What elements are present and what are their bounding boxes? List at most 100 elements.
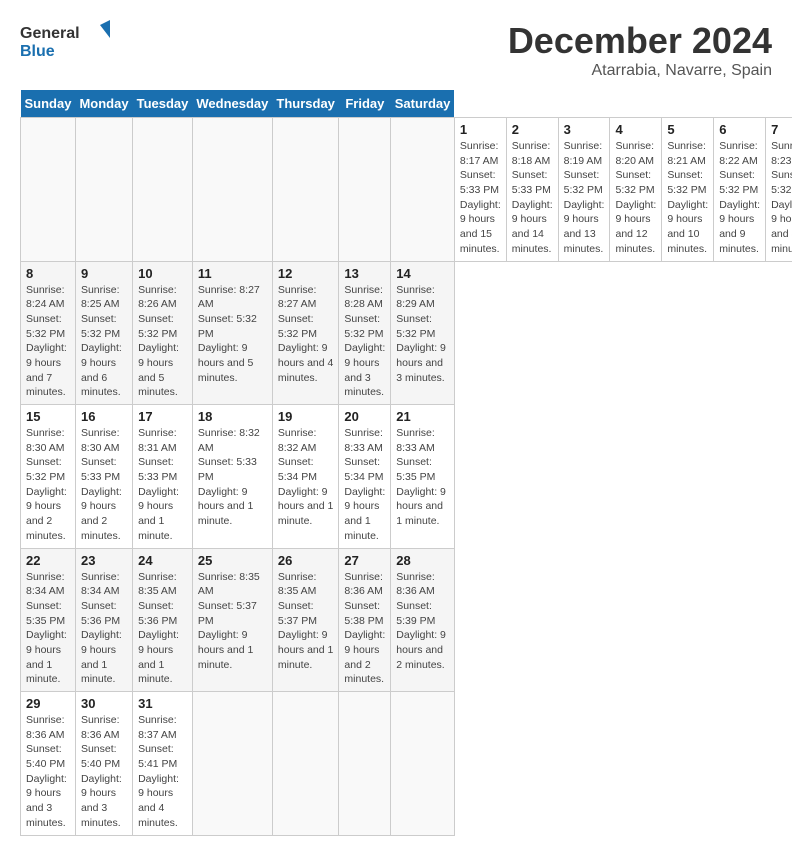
logo: General Blue <box>20 20 110 60</box>
day-number: 9 <box>81 266 127 281</box>
table-row: 16 Sunrise: 8:30 AMSunset: 5:33 PMDayligh… <box>75 405 132 549</box>
day-detail: Sunrise: 8:26 AMSunset: 5:32 PMDaylight:… <box>138 283 187 401</box>
day-number: 1 <box>460 122 501 137</box>
day-number: 16 <box>81 409 127 424</box>
day-detail: Sunrise: 8:29 AMSunset: 5:32 PMDaylight:… <box>396 283 449 386</box>
day-number: 26 <box>278 553 334 568</box>
table-row: 31Sunrise: 8:37 AMSunset: 5:41 PMDayligh… <box>133 692 193 836</box>
day-detail: Sunrise: 8:32 AMSunset: 5:33 PMDaylight:… <box>198 426 267 529</box>
svg-text:Blue: Blue <box>20 43 55 60</box>
day-detail: Sunrise: 8:24 AMSunset: 5:32 PMDaylight:… <box>26 283 70 401</box>
day-detail: Sunrise: 8:32 AMSunset: 5:34 PMDaylight:… <box>278 426 334 529</box>
month-title: December 2024 <box>508 20 772 62</box>
table-row <box>192 118 272 262</box>
table-row: 21 Sunrise: 8:33 AMSunset: 5:35 PMDayligh… <box>391 405 455 549</box>
calendar-header: Sunday Monday Tuesday Wednesday Thursday… <box>21 90 792 118</box>
table-row: 5 Sunrise: 8:21 AMSunset: 5:32 PMDaylight… <box>662 118 714 262</box>
day-detail: Sunrise: 8:19 AMSunset: 5:32 PMDaylight:… <box>564 139 605 257</box>
page-header: General Blue December 2024 Atarrabia, Na… <box>20 20 772 80</box>
svg-text:General: General <box>20 25 80 42</box>
table-row: 1 Sunrise: 8:17 AMSunset: 5:33 PMDaylight… <box>454 118 506 262</box>
col-tuesday: Tuesday <box>133 90 193 118</box>
day-number: 8 <box>26 266 70 281</box>
day-number: 30 <box>81 696 127 711</box>
day-number: 15 <box>26 409 70 424</box>
day-detail: Sunrise: 8:36 AMSunset: 5:38 PMDaylight:… <box>344 570 385 688</box>
table-row: 15 Sunrise: 8:30 AMSunset: 5:32 PMDayligh… <box>21 405 76 549</box>
table-row <box>133 118 193 262</box>
day-number: 17 <box>138 409 187 424</box>
day-number: 25 <box>198 553 267 568</box>
table-row: 2 Sunrise: 8:18 AMSunset: 5:33 PMDaylight… <box>506 118 558 262</box>
day-number: 21 <box>396 409 449 424</box>
day-detail: Sunrise: 8:33 AMSunset: 5:34 PMDaylight:… <box>344 426 385 544</box>
day-detail: Sunrise: 8:37 AMSunset: 5:41 PMDaylight:… <box>138 713 187 831</box>
day-detail: Sunrise: 8:21 AMSunset: 5:32 PMDaylight:… <box>667 139 708 257</box>
day-number: 18 <box>198 409 267 424</box>
table-row: 27 Sunrise: 8:36 AMSunset: 5:38 PMDayligh… <box>339 548 391 692</box>
day-number: 7 <box>771 122 792 137</box>
logo-svg: General Blue <box>20 20 110 60</box>
day-number: 27 <box>344 553 385 568</box>
day-number: 2 <box>512 122 553 137</box>
table-row: 7 Sunrise: 8:23 AMSunset: 5:32 PMDaylight… <box>766 118 792 262</box>
day-detail: Sunrise: 8:30 AMSunset: 5:33 PMDaylight:… <box>81 426 127 544</box>
table-row: 11Sunrise: 8:27 AMSunset: 5:32 PMDayligh… <box>192 261 272 405</box>
table-row: 28Sunrise: 8:36 AMSunset: 5:39 PMDayligh… <box>391 548 455 692</box>
day-detail: Sunrise: 8:17 AMSunset: 5:33 PMDaylight:… <box>460 139 501 257</box>
day-number: 22 <box>26 553 70 568</box>
day-number: 6 <box>719 122 760 137</box>
table-row: 13 Sunrise: 8:28 AMSunset: 5:32 PMDayligh… <box>339 261 391 405</box>
table-row: 18 Sunrise: 8:32 AMSunset: 5:33 PMDayligh… <box>192 405 272 549</box>
col-sunday: Sunday <box>21 90 76 118</box>
day-detail: Sunrise: 8:35 AMSunset: 5:36 PMDaylight:… <box>138 570 187 688</box>
day-detail: Sunrise: 8:27 AMSunset: 5:32 PMDaylight:… <box>198 283 267 386</box>
day-detail: Sunrise: 8:33 AMSunset: 5:35 PMDaylight:… <box>396 426 449 529</box>
table-row: 22 Sunrise: 8:34 AMSunset: 5:35 PMDayligh… <box>21 548 76 692</box>
table-row <box>391 692 455 836</box>
day-number: 13 <box>344 266 385 281</box>
day-number: 23 <box>81 553 127 568</box>
calendar-week-5: 29Sunrise: 8:36 AMSunset: 5:40 PMDayligh… <box>21 692 792 836</box>
day-detail: Sunrise: 8:18 AMSunset: 5:33 PMDaylight:… <box>512 139 553 257</box>
table-row: 24 Sunrise: 8:35 AMSunset: 5:36 PMDayligh… <box>133 548 193 692</box>
calendar-week-1: 1 Sunrise: 8:17 AMSunset: 5:33 PMDaylight… <box>21 118 792 262</box>
title-block: December 2024 Atarrabia, Navarre, Spain <box>508 20 772 80</box>
table-row: 25Sunrise: 8:35 AMSunset: 5:37 PMDayligh… <box>192 548 272 692</box>
day-number: 3 <box>564 122 605 137</box>
day-detail: Sunrise: 8:27 AMSunset: 5:32 PMDaylight:… <box>278 283 334 386</box>
calendar-week-3: 15 Sunrise: 8:30 AMSunset: 5:32 PMDayligh… <box>21 405 792 549</box>
day-number: 14 <box>396 266 449 281</box>
day-detail: Sunrise: 8:34 AMSunset: 5:36 PMDaylight:… <box>81 570 127 688</box>
col-monday: Monday <box>75 90 132 118</box>
col-saturday: Saturday <box>391 90 455 118</box>
table-row: 12 Sunrise: 8:27 AMSunset: 5:32 PMDayligh… <box>272 261 339 405</box>
table-row: 19 Sunrise: 8:32 AMSunset: 5:34 PMDayligh… <box>272 405 339 549</box>
calendar-table: Sunday Monday Tuesday Wednesday Thursday… <box>20 90 792 836</box>
table-row: 17Sunrise: 8:31 AMSunset: 5:33 PMDayligh… <box>133 405 193 549</box>
table-row <box>192 692 272 836</box>
day-detail: Sunrise: 8:36 AMSunset: 5:40 PMDaylight:… <box>81 713 127 831</box>
table-row <box>21 118 76 262</box>
table-row: 14 Sunrise: 8:29 AMSunset: 5:32 PMDayligh… <box>391 261 455 405</box>
table-row: 3 Sunrise: 8:19 AMSunset: 5:32 PMDaylight… <box>558 118 610 262</box>
day-detail: Sunrise: 8:34 AMSunset: 5:35 PMDaylight:… <box>26 570 70 688</box>
table-row <box>272 118 339 262</box>
table-row: 23 Sunrise: 8:34 AMSunset: 5:36 PMDayligh… <box>75 548 132 692</box>
day-number: 19 <box>278 409 334 424</box>
table-row <box>75 118 132 262</box>
table-row: 6 Sunrise: 8:22 AMSunset: 5:32 PMDaylight… <box>714 118 766 262</box>
table-row: 29Sunrise: 8:36 AMSunset: 5:40 PMDayligh… <box>21 692 76 836</box>
day-number: 12 <box>278 266 334 281</box>
table-row: 20Sunrise: 8:33 AMSunset: 5:34 PMDayligh… <box>339 405 391 549</box>
day-number: 24 <box>138 553 187 568</box>
day-detail: Sunrise: 8:30 AMSunset: 5:32 PMDaylight:… <box>26 426 70 544</box>
table-row: 9Sunrise: 8:25 AMSunset: 5:32 PMDaylight… <box>75 261 132 405</box>
table-row: 4Sunrise: 8:20 AMSunset: 5:32 PMDaylight… <box>610 118 662 262</box>
table-row <box>339 118 391 262</box>
day-detail: Sunrise: 8:28 AMSunset: 5:32 PMDaylight:… <box>344 283 385 401</box>
day-detail: Sunrise: 8:22 AMSunset: 5:32 PMDaylight:… <box>719 139 760 257</box>
day-detail: Sunrise: 8:23 AMSunset: 5:32 PMDaylight:… <box>771 139 792 257</box>
day-number: 5 <box>667 122 708 137</box>
day-detail: Sunrise: 8:35 AMSunset: 5:37 PMDaylight:… <box>278 570 334 673</box>
